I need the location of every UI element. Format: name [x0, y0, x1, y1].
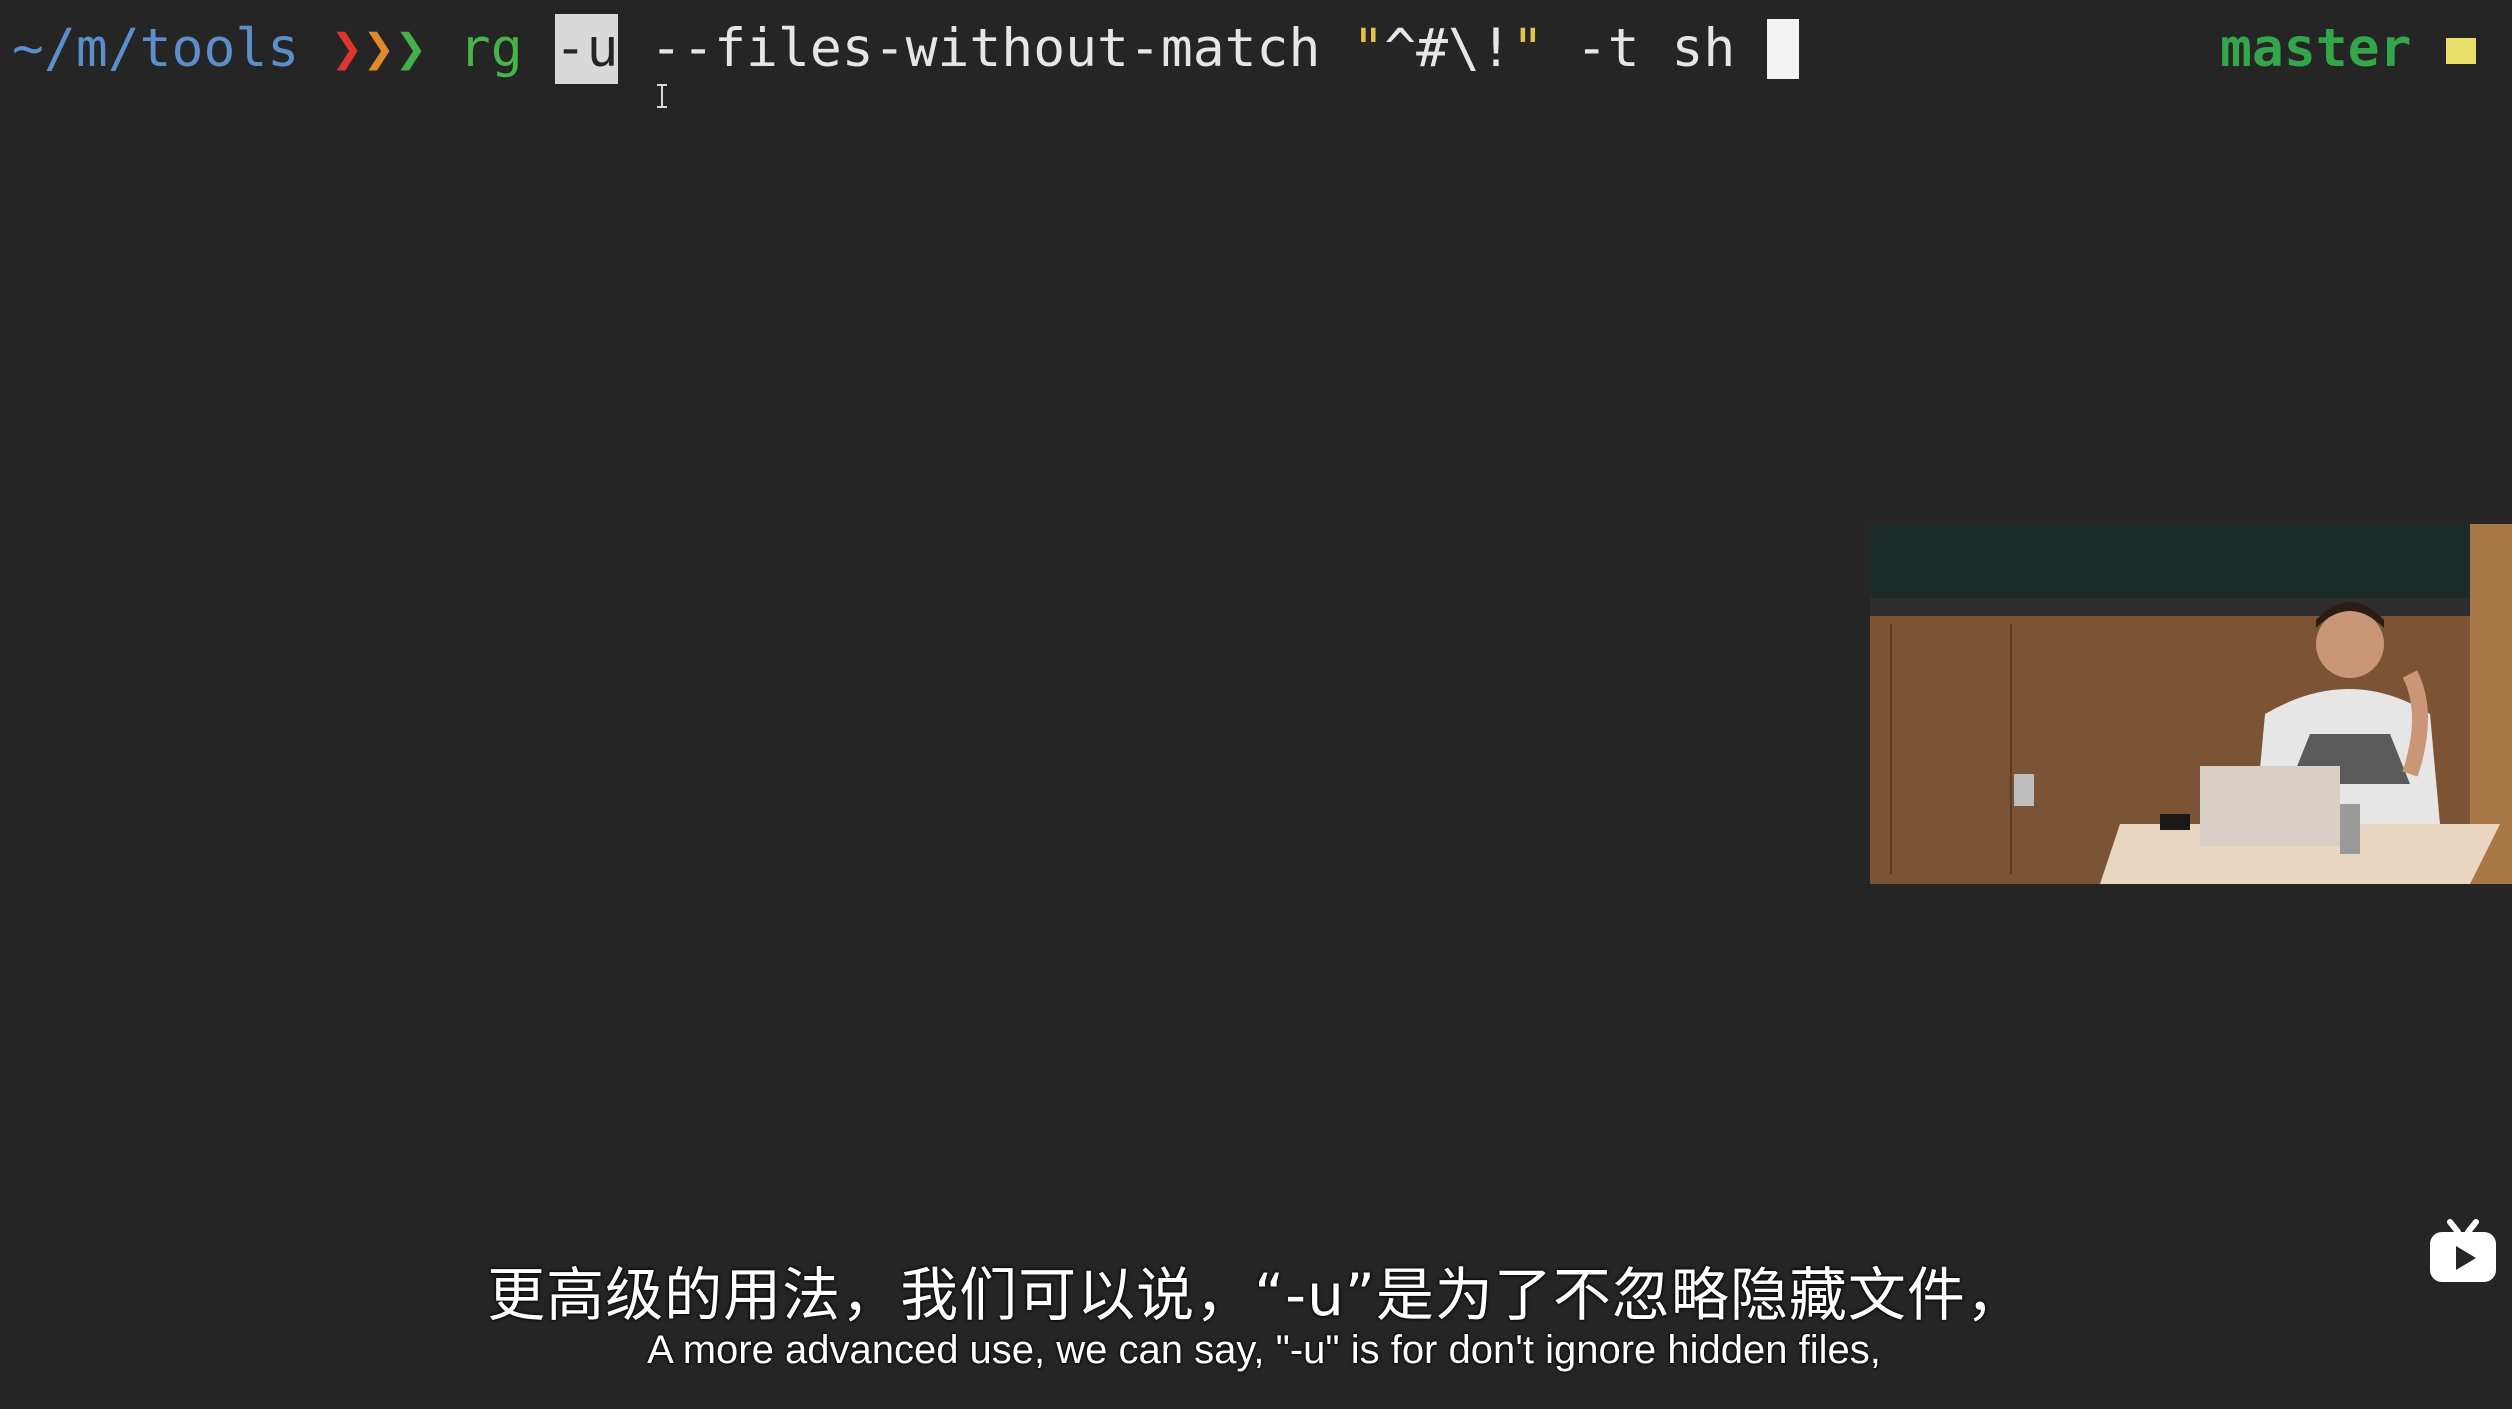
prompt-arrow-icon: ❯ — [331, 18, 364, 79]
lecturer-video-frame — [1870, 524, 2512, 884]
search-pattern: ^#\! — [1384, 18, 1512, 79]
git-branch: master — [2220, 18, 2412, 79]
prompt-arrow-icon: ❯ — [394, 18, 427, 79]
dirty-status-square-icon — [2446, 38, 2476, 64]
pattern-quote: " — [1352, 18, 1385, 79]
subtitle-english: A more advanced use, we can say, "-u" is… — [647, 1328, 1881, 1372]
command-argument: --files-without-match — [650, 18, 1321, 79]
terminal-window[interactable]: ~/m/tools ❯ ❯ ❯ rg -u --files-without-matc… — [0, 0, 2512, 1409]
command-name: rg — [458, 18, 523, 79]
command-argument: -t sh — [1575, 18, 1736, 79]
command-line[interactable]: ~/m/tools ❯ ❯ ❯ rg -u --files-without-matc… — [12, 14, 1800, 84]
i-beam-cursor-icon — [657, 84, 667, 108]
video-platform-logo-icon — [2430, 1219, 2496, 1282]
prompt-arrow-icon: ❯ — [363, 18, 395, 79]
webcam-overlay — [1870, 524, 2512, 884]
text-cursor — [1767, 19, 1800, 79]
current-directory: ~/m/tools — [12, 18, 300, 79]
subtitle-chinese: 更高级的用法，我们可以说，“-u”是为了不忽略隐藏文件， — [487, 1261, 2025, 1329]
selected-flag[interactable]: -u — [554, 14, 619, 84]
pattern-quote: " — [1511, 18, 1544, 79]
